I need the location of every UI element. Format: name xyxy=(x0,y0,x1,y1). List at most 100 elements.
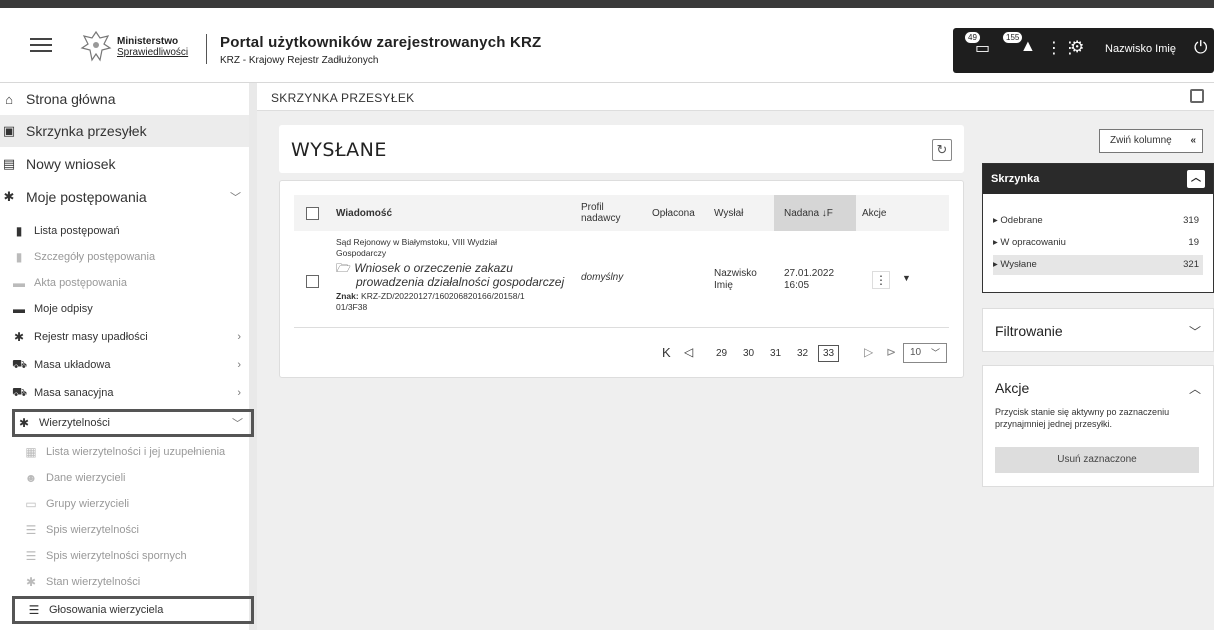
sidebar-subitem-claims-status[interactable]: ✱ Stan wierzytelności xyxy=(0,569,249,595)
sidebar-subitem-arrangement-estate[interactable]: ⛟ Masa układowa › xyxy=(0,352,249,378)
row-sent-by: Nazwisko Imię xyxy=(714,268,757,292)
sidebar-subitem-proceeding-details[interactable]: ▮ Szczegóły postępowania xyxy=(0,244,249,270)
inbox-item-drafts[interactable]: ▸ W opracowaniu 19 xyxy=(993,233,1203,253)
list-icon: ▦ xyxy=(25,445,37,459)
sidebar-item-label: Stan wierzytelności xyxy=(46,576,141,588)
inbox-panel-header[interactable]: Skrzynka ︿ xyxy=(983,164,1213,194)
double-chevron-left-icon: « xyxy=(1190,135,1196,146)
caret-down-icon[interactable]: ▼ xyxy=(902,273,911,283)
inbox-item-sent[interactable]: ▸ Wysłane 321 xyxy=(993,255,1203,275)
page-33-current[interactable]: 33 xyxy=(818,345,840,362)
bell-icon[interactable]: ▲ xyxy=(1020,38,1036,56)
asterisk-icon: ✱ xyxy=(25,575,37,589)
kebab-menu-icon[interactable]: ⋮ xyxy=(872,271,890,289)
page-29[interactable]: 29 xyxy=(716,348,727,359)
sidebar-subitem-disputed-claims[interactable]: ☰ Spis wierzytelności spornych xyxy=(0,543,249,569)
sidebar-item-label: Skrzynka przesyłek xyxy=(26,123,147,139)
select-all-checkbox[interactable] xyxy=(306,207,319,220)
app-header: Ministerstwo Sprawiedliwości Portal użyt… xyxy=(0,0,1214,83)
users-icon: ☻ xyxy=(24,471,38,485)
notifications-badge: 155 xyxy=(1002,31,1024,44)
car-icon: ⛟ xyxy=(12,385,28,399)
refresh-button[interactable]: ↻ xyxy=(932,139,952,161)
next-page-icon[interactable]: ▷ xyxy=(864,345,873,359)
sidebar-item-label: Strona główna xyxy=(26,91,116,107)
filter-panel-title: Filtrowanie xyxy=(995,323,1063,339)
portal-subtitle: KRZ - Krajowy Rejestr Zadłużonych xyxy=(220,55,379,66)
chevron-down-icon: ﹀ xyxy=(230,192,241,204)
row-subject-link[interactable]: 🗁 Wniosek o orzeczenie zakazu prowadzeni… xyxy=(336,261,564,289)
sidebar-item-label: Masa układowa xyxy=(34,359,111,371)
messages-table-card: Wiadomość Profil nadawcy Opłacona Wysłał… xyxy=(279,180,964,378)
sidebar-item-inbox[interactable]: ▣ Skrzynka przesyłek xyxy=(0,115,249,147)
sidebar-item-label: Głosowania wierzyciela xyxy=(49,604,164,616)
hamburger-menu-icon[interactable] xyxy=(30,38,52,52)
sidebar-item-new-request[interactable]: ▤ Nowy wniosek xyxy=(0,148,249,180)
sign-line2: 01/3F38 xyxy=(336,302,368,312)
page-30[interactable]: 30 xyxy=(743,348,754,359)
page-31[interactable]: 31 xyxy=(770,348,781,359)
id-card-icon: ▭ xyxy=(25,497,37,511)
sidebar-subitem-claims-list[interactable]: ▦ Lista wierzytelności i jej uzupełnieni… xyxy=(0,439,249,465)
table-header: Wiadomość Profil nadawcy Opłacona Wysłał… xyxy=(294,195,949,231)
collapse-column-button[interactable]: Zwiń kolumnę « xyxy=(1099,129,1203,153)
sidebar-item-label: Nowy wniosek xyxy=(26,156,116,172)
inbox-item-label: Wysłane xyxy=(1000,259,1037,270)
actions-panel-title: Akcje xyxy=(995,380,1030,396)
header-divider xyxy=(206,34,207,64)
inbox-icon[interactable] xyxy=(1190,89,1204,103)
sidebar-subitem-claims[interactable]: ✱ Wierzytelności ﹀ xyxy=(12,409,254,437)
sidebar-subitem-proceeding-files[interactable]: ▬ Akta postępowania xyxy=(0,270,249,296)
row-checkbox[interactable] xyxy=(306,275,319,288)
sidebar-subitem-my-copies[interactable]: ▬ Moje odpisy xyxy=(0,296,249,322)
first-page-icon[interactable]: K xyxy=(662,345,671,360)
inbox-item-received[interactable]: ▸ Odebrane 319 xyxy=(993,211,1203,231)
sidebar-subitem-creditor-groups[interactable]: ▭ Grupy wierzycieli xyxy=(0,491,249,517)
inbox-item-count: 319 xyxy=(1183,215,1199,226)
ministry-line2: Sprawiedliwości xyxy=(117,47,189,58)
col-profile: Profil nadawcy xyxy=(581,195,620,231)
messages-badge: 49 xyxy=(964,31,981,44)
sidebar-subitem-bankruptcy-register[interactable]: ✱ Rejestr masy upadłości › xyxy=(0,324,249,350)
chevron-up-icon[interactable]: ︿ xyxy=(1189,380,1201,397)
filter-panel[interactable]: Filtrowanie ﹀ xyxy=(982,308,1214,352)
title-card: WYSŁANE ↻ xyxy=(279,125,964,173)
asterisk-icon: ✱ xyxy=(3,189,15,204)
col-sent-at-sorted[interactable]: Nadana ↓F xyxy=(774,195,856,231)
page-size-select[interactable]: 10 ﹀ xyxy=(903,343,947,363)
sidebar-item-my-proceedings[interactable]: ✱ Moje postępowania ﹀ xyxy=(0,181,249,213)
row-court: Sąd Rejonowy w Białymstoku, VIII Wydział… xyxy=(336,237,497,259)
sidebar-item-label: Wierzytelności xyxy=(39,417,110,429)
breadcrumb-bar: SKRZYNKA PRZESYŁEK xyxy=(257,83,1214,111)
inbox-item-label: Odebrane xyxy=(1000,215,1043,226)
sidebar-item-label: Moje postępowania xyxy=(26,189,147,205)
sidebar-item-label: Spis wierzytelności xyxy=(46,524,139,536)
sent-by-line2: Imię xyxy=(714,280,733,291)
power-icon[interactable]: ⏻ xyxy=(1194,38,1207,58)
list-icon: ☰ xyxy=(25,549,37,563)
clipboard-icon: ▮ xyxy=(15,250,23,264)
sidebar-item-home[interactable]: ⌂ Strona główna xyxy=(0,83,249,115)
sidebar-subitem-creditors-data[interactable]: ☻ Dane wierzycieli xyxy=(0,465,249,491)
car-icon: ⛟ xyxy=(12,357,28,371)
col-paid: Opłacona xyxy=(652,207,695,219)
user-menu-button[interactable]: Nazwisko Imię xyxy=(1099,34,1182,64)
chevron-right-icon: › xyxy=(237,359,241,371)
sidebar-item-label: Dane wierzycieli xyxy=(46,472,126,484)
chevron-up-icon[interactable]: ︿ xyxy=(1187,170,1205,188)
gear-icon[interactable]: ⚙ xyxy=(1070,37,1084,57)
sidebar-subitem-remedial-estate[interactable]: ⛟ Masa sanacyjna › xyxy=(0,380,249,406)
chevron-down-icon: ﹀ xyxy=(930,348,940,358)
row-time-value: 16:05 xyxy=(784,280,810,291)
subject-line1: Wniosek o orzeczenie zakazu xyxy=(354,261,513,275)
portal-title: Portal użytkowników zarejestrowanych KRZ xyxy=(220,34,542,51)
page-32[interactable]: 32 xyxy=(797,348,808,359)
row-profile: domyślny xyxy=(581,272,624,283)
prev-page-icon[interactable]: ◁ xyxy=(684,345,693,359)
last-page-icon[interactable]: ⊳ xyxy=(886,345,896,359)
sidebar-subitem-claims-inventory[interactable]: ☰ Spis wierzytelności xyxy=(0,517,249,543)
delete-selected-button[interactable]: Usuń zaznaczone xyxy=(995,447,1199,473)
sidebar-subitem-creditor-votes[interactable]: ☰ Głosowania wierzyciela xyxy=(12,596,254,624)
asterisk-icon: ✱ xyxy=(18,416,30,430)
sidebar-subitem-proceedings-list[interactable]: ▮ Lista postępowań xyxy=(0,218,249,244)
